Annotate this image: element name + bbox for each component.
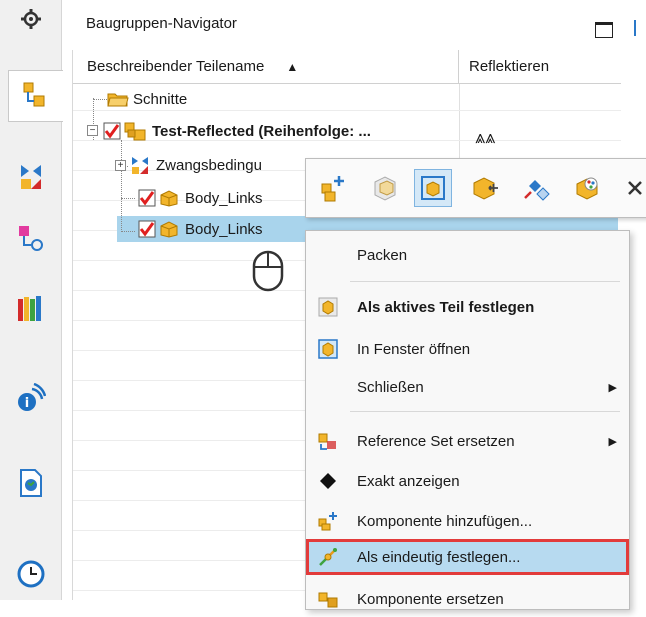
menu-item-close[interactable]: Schließen ▶ bbox=[306, 369, 629, 405]
menu-label-make-work-part: Als aktives Teil festlegen bbox=[357, 298, 535, 316]
constraint-navigator-tab[interactable] bbox=[6, 150, 56, 202]
tree-label-root: Test-Reflected (Reihenfolge: ... bbox=[152, 122, 371, 140]
web-browser-tab[interactable] bbox=[6, 457, 56, 509]
menu-item-make-work-part[interactable]: Als aktives Teil festlegen bbox=[306, 289, 629, 325]
svg-text:i: i bbox=[25, 396, 29, 411]
assembly-constraints-button[interactable] bbox=[518, 169, 556, 207]
menu-label-close: Schließen bbox=[357, 378, 424, 396]
part-navigator-tab[interactable] bbox=[6, 212, 56, 264]
palette-icon bbox=[576, 177, 598, 200]
tree-row-root-assembly[interactable]: Test-Reflected (Reihenfolge: ... bbox=[103, 118, 371, 144]
add-component-button[interactable] bbox=[314, 169, 352, 207]
history-tab[interactable] bbox=[6, 548, 56, 600]
checkbox-checked-icon[interactable] bbox=[138, 189, 156, 207]
add-component-icon bbox=[321, 176, 344, 202]
library-icon bbox=[18, 296, 41, 321]
column-header-reflect-label: Reflektieren bbox=[469, 58, 550, 75]
web-document-icon bbox=[20, 469, 42, 497]
constraint-icon bbox=[132, 157, 148, 174]
tree-row-body-links-2[interactable]: Body_Links bbox=[138, 216, 263, 242]
menu-item-replace-reference-set[interactable]: Reference Set ersetzen ▶ bbox=[306, 423, 629, 459]
window-part-icon bbox=[318, 339, 338, 359]
part-icon bbox=[160, 190, 178, 207]
clock-icon bbox=[17, 560, 45, 588]
add-component-icon bbox=[318, 511, 338, 531]
diamond-icon bbox=[318, 471, 338, 491]
menu-label-make-unique: Als eindeutig festlegen... bbox=[357, 548, 521, 566]
assembly-icon bbox=[23, 82, 45, 107]
reflect-symbol-icon: ⩓⩓ bbox=[475, 127, 496, 147]
tree-label-constraints: Zwangsbedingu bbox=[156, 156, 262, 174]
replace-component-icon bbox=[318, 589, 338, 609]
move-component-icon bbox=[473, 177, 498, 200]
folder-icon bbox=[107, 93, 129, 107]
menu-label-exact-show: Exakt anzeigen bbox=[357, 472, 460, 490]
menu-item-replace-component[interactable]: Komponente ersetzen bbox=[306, 581, 629, 617]
mouse-icon bbox=[250, 250, 286, 296]
submenu-arrow-icon: ▶ bbox=[608, 435, 617, 448]
menu-item-exact-show[interactable]: Exakt anzeigen bbox=[306, 463, 629, 499]
constraint-icon bbox=[21, 165, 41, 189]
edit-display-button[interactable] bbox=[568, 169, 606, 207]
show-only-button[interactable] bbox=[366, 169, 404, 207]
menu-label-add-component: Komponente hinzufügen... bbox=[357, 512, 533, 530]
panel-title: Baugruppen-Navigator bbox=[86, 15, 237, 32]
menu-label-pack: Packen bbox=[357, 246, 408, 264]
work-part-icon bbox=[318, 297, 338, 317]
resource-bar: i bbox=[0, 0, 63, 600]
menu-label-open-window: In Fenster öffnen bbox=[357, 340, 471, 358]
mini-toolbar bbox=[305, 158, 646, 218]
context-menu: Packen Als aktives Teil festlegen In Fen… bbox=[305, 230, 630, 610]
ghost-part-icon bbox=[374, 176, 396, 201]
reference-set-icon bbox=[318, 431, 338, 451]
menu-item-pack[interactable]: Packen bbox=[306, 237, 629, 273]
menu-label-replace-component: Komponente ersetzen bbox=[357, 590, 504, 608]
sort-ascending-icon: ▲ bbox=[286, 59, 299, 74]
tree-label-sections: Schnitte bbox=[133, 90, 188, 108]
info-tab[interactable]: i bbox=[6, 372, 56, 424]
gear-icon[interactable] bbox=[20, 8, 42, 30]
assembly-icon bbox=[124, 122, 146, 141]
constraint-diamond-icon bbox=[524, 180, 550, 201]
part-icon bbox=[160, 221, 178, 238]
column-header-reflect[interactable]: Reflektieren bbox=[459, 50, 621, 84]
collapse-toggle[interactable]: − bbox=[87, 125, 98, 136]
make-unique-icon bbox=[318, 547, 338, 567]
column-header-name[interactable]: Beschreibender Teilename ▲ bbox=[73, 50, 459, 84]
menu-item-make-unique[interactable]: Als eindeutig festlegen... bbox=[306, 539, 629, 575]
window-part-icon bbox=[421, 176, 445, 200]
reuse-library-tab[interactable] bbox=[6, 282, 56, 334]
tree-row-body-links-1[interactable]: Body_Links bbox=[138, 185, 263, 211]
maximize-icon[interactable] bbox=[595, 22, 613, 38]
tree-label-body-links-1: Body_Links bbox=[185, 189, 263, 207]
menu-item-open-window[interactable]: In Fenster öffnen bbox=[306, 331, 629, 367]
tree-row-constraints[interactable]: Zwangsbedingu bbox=[130, 152, 262, 178]
move-component-button[interactable] bbox=[466, 169, 504, 207]
checkbox-checked-icon[interactable] bbox=[138, 220, 156, 238]
info-wave-icon: i bbox=[18, 383, 46, 411]
expand-toggle[interactable]: + bbox=[115, 160, 126, 171]
tree-label-body-links-2: Body_Links bbox=[185, 220, 263, 238]
open-in-window-button[interactable] bbox=[414, 169, 452, 207]
submenu-arrow-icon: ▶ bbox=[608, 381, 617, 394]
menu-label-replace-reference-set: Reference Set ersetzen bbox=[357, 432, 515, 450]
part-icon bbox=[19, 226, 43, 251]
tree-row-sections[interactable]: Schnitte bbox=[107, 86, 187, 112]
assembly-navigator-tab[interactable] bbox=[8, 70, 63, 122]
menu-item-add-component[interactable]: Komponente hinzufügen... bbox=[306, 503, 629, 539]
graphics-window-edge bbox=[634, 20, 646, 36]
checkbox-checked-icon[interactable] bbox=[103, 122, 121, 140]
close-mini-toolbar-icon[interactable] bbox=[616, 169, 646, 207]
column-header-name-label: Beschreibender Teilename bbox=[87, 58, 265, 75]
